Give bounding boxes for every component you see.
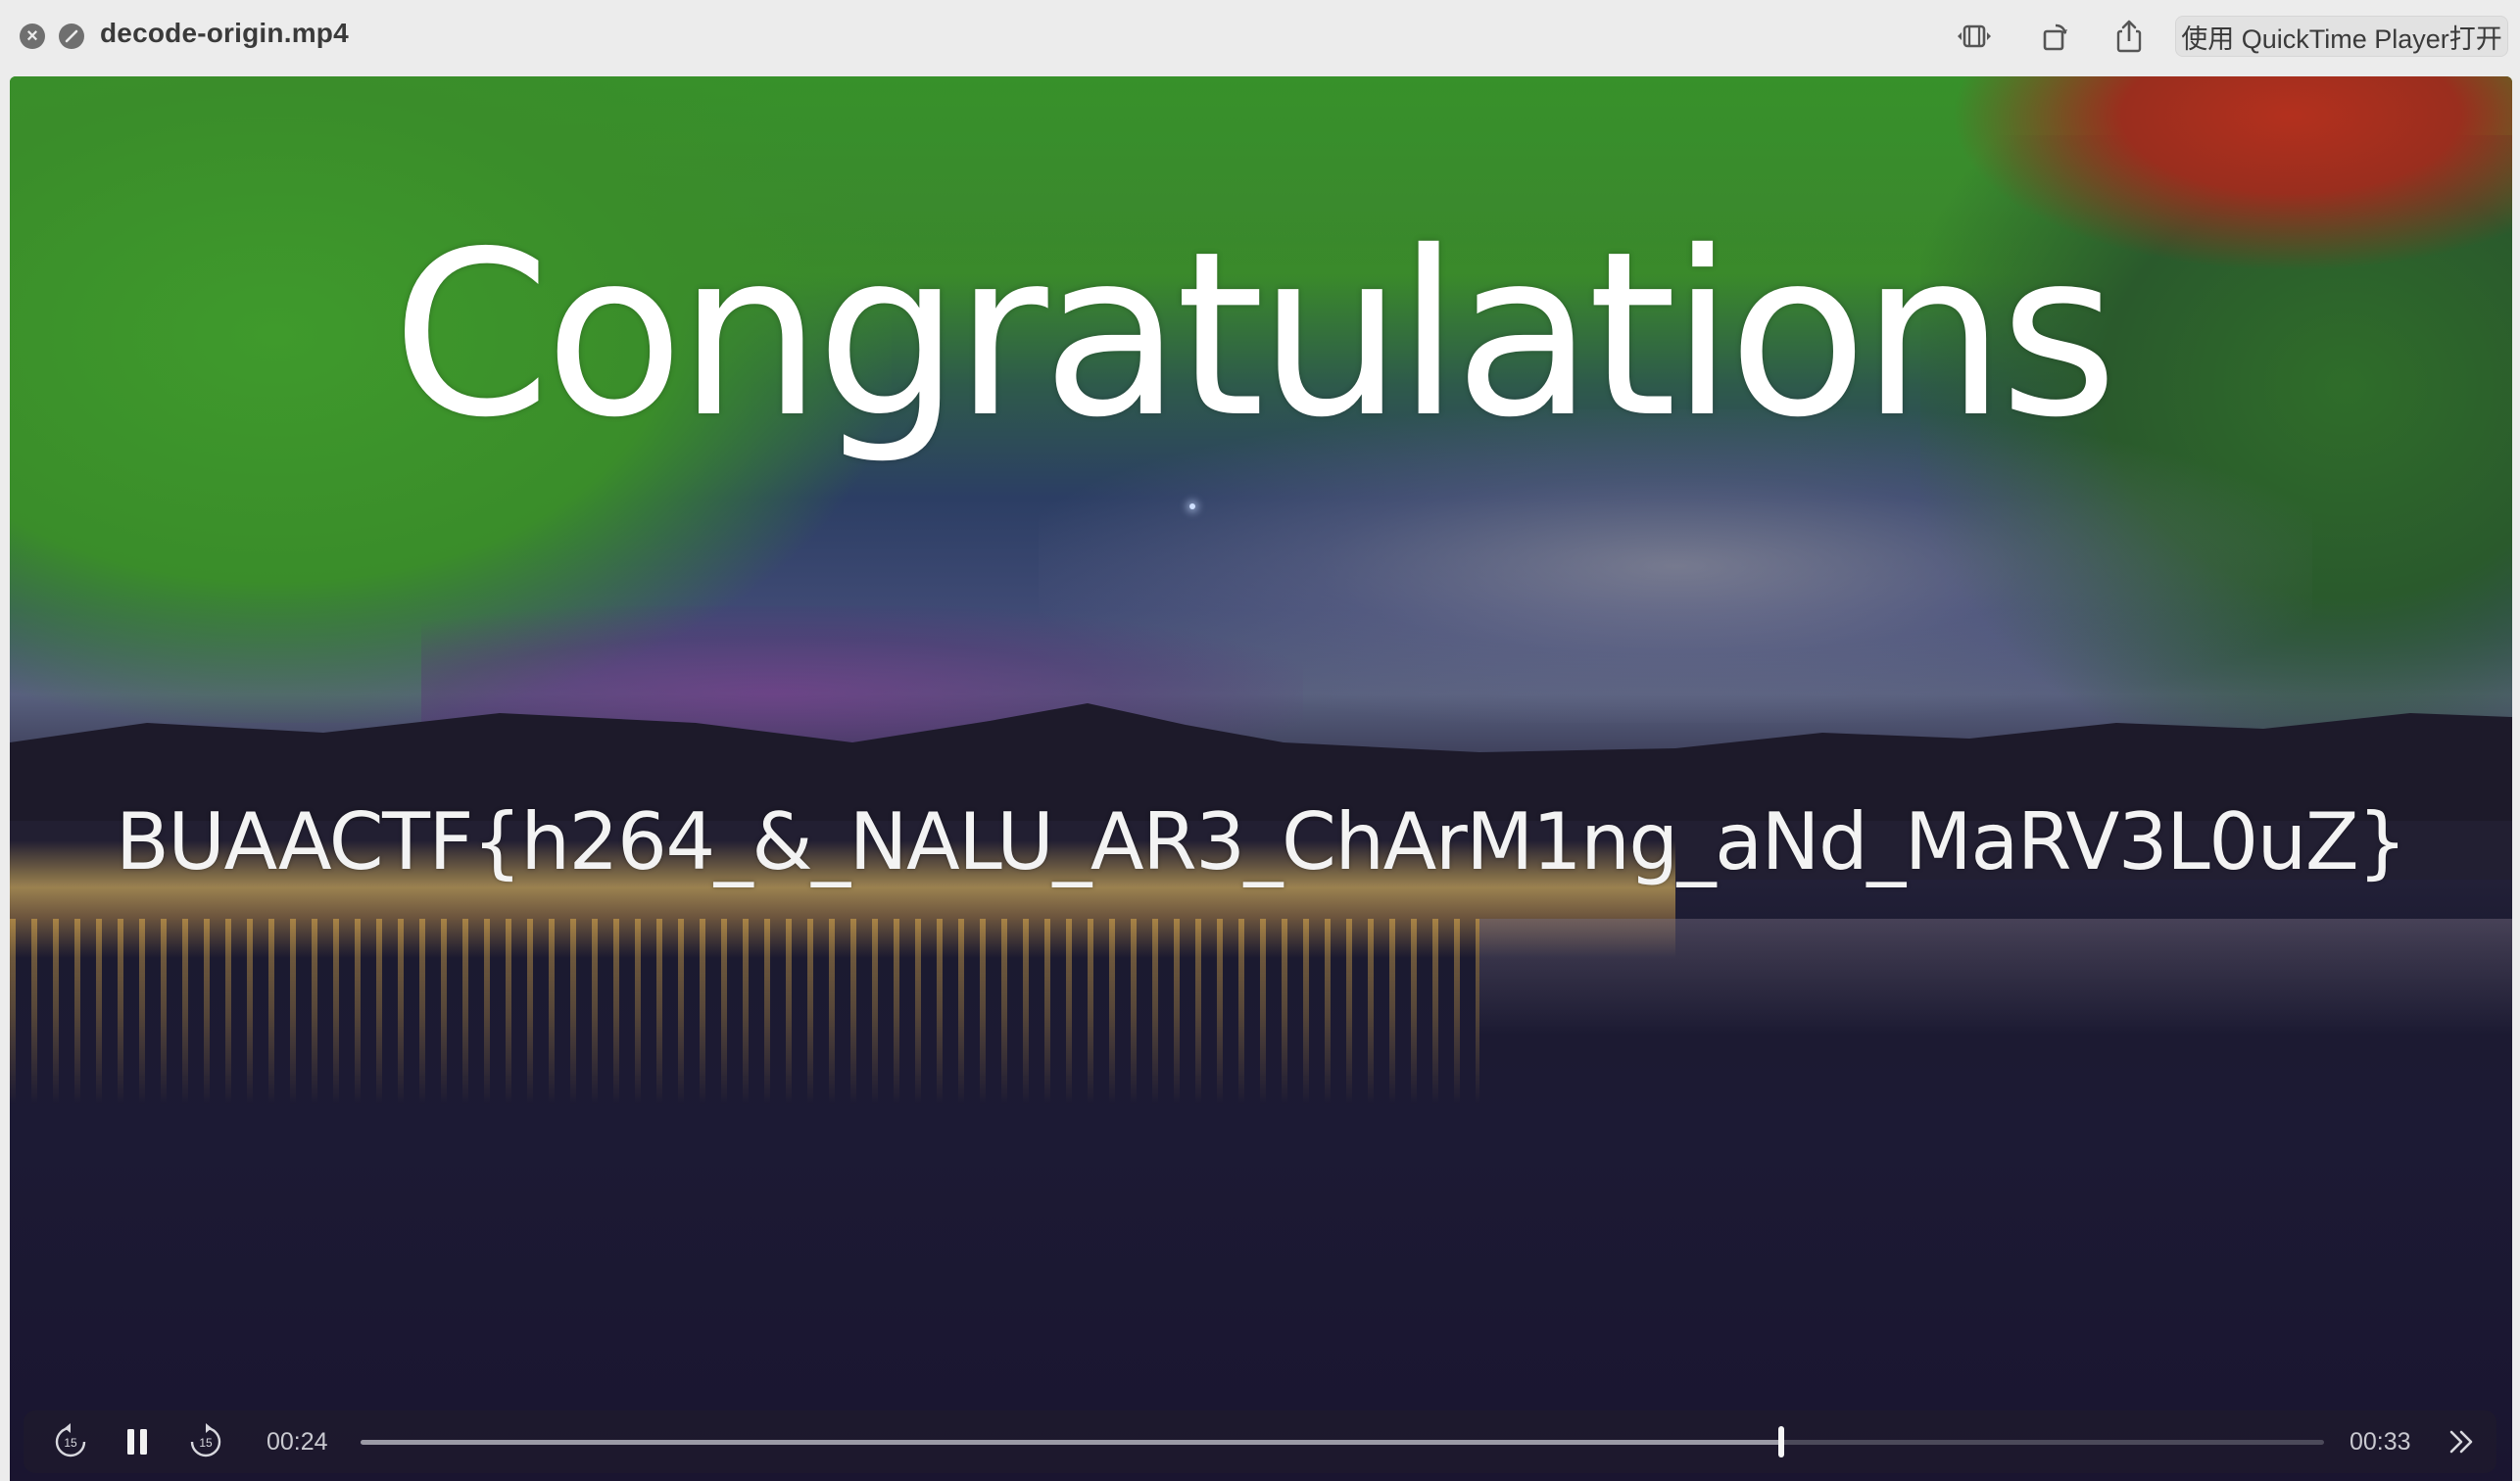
stop-icon[interactable] xyxy=(59,24,84,49)
progress-fill xyxy=(361,1440,1782,1445)
trim-icon[interactable] xyxy=(1954,18,1995,55)
progress-scrubber[interactable] xyxy=(361,1426,2324,1457)
share-icon[interactable] xyxy=(2108,18,2150,55)
skip-back-15-icon[interactable]: 15 xyxy=(49,1420,92,1463)
video-star xyxy=(1189,503,1195,509)
rotate-icon[interactable] xyxy=(2034,18,2075,55)
pause-icon[interactable] xyxy=(116,1420,159,1463)
close-icon[interactable]: × xyxy=(20,24,45,49)
video-flag-text: BUAACTF{h264_&_NALU_AR3_ChArM1ng_aNd_MaR… xyxy=(116,796,2407,887)
skip-forward-15-icon[interactable]: 15 xyxy=(184,1420,227,1463)
double-chevron-right-icon[interactable] xyxy=(2440,1420,2483,1463)
video-player[interactable]: Congratulations BUAACTF{h264_&_NALU_AR3_… xyxy=(10,76,2512,1481)
current-time: 00:24 xyxy=(267,1428,328,1456)
playback-controls: 15 15 00:24 00:33 xyxy=(24,1410,2496,1473)
skip-back-seconds: 15 xyxy=(64,1436,77,1450)
duration-time: 00:33 xyxy=(2350,1428,2411,1456)
video-title-text: Congratulations xyxy=(392,203,2118,467)
quick-look-window: × decode-origin.mp4 使用 QuickTime Player打… xyxy=(0,0,2520,1481)
video-water-reflection xyxy=(10,919,1479,1105)
video-water-reflection-right xyxy=(1479,919,2512,1036)
skip-forward-seconds: 15 xyxy=(199,1436,213,1450)
open-with-quicktime-button[interactable]: 使用 QuickTime Player打开 xyxy=(2175,16,2508,57)
window-title: decode-origin.mp4 xyxy=(100,18,349,48)
playhead-handle[interactable] xyxy=(1778,1426,1785,1457)
title-bar: × decode-origin.mp4 使用 QuickTime Player打… xyxy=(0,0,2520,74)
